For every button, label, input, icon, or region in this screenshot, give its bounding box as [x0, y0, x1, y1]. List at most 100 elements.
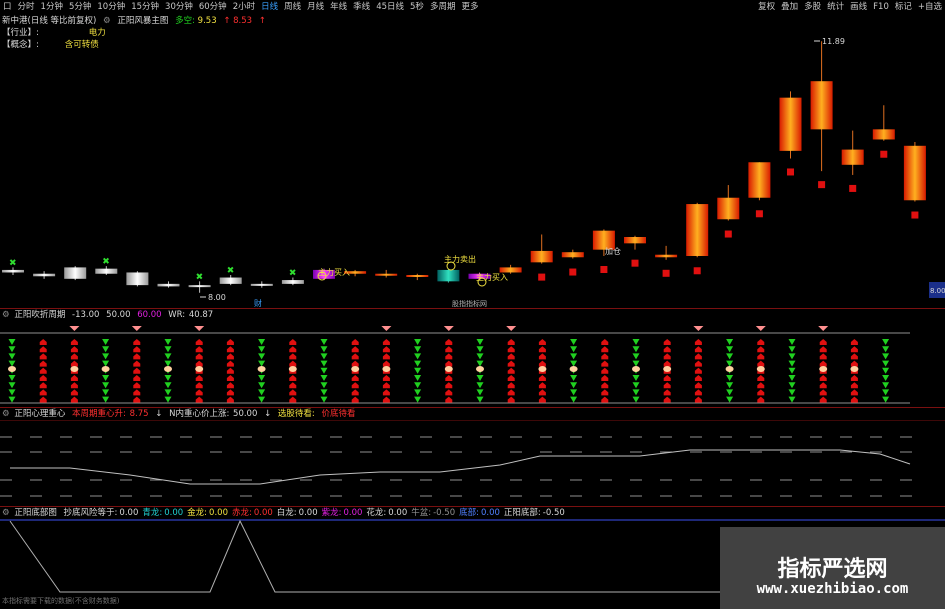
red-square-marker [787, 168, 794, 176]
period-tab-6[interactable]: 30分钟 [162, 0, 196, 14]
gear-icon[interactable]: ⚙ [2, 310, 10, 320]
red-arrow-icon [289, 396, 297, 403]
candle-body[interactable] [126, 272, 149, 286]
tool-button-7[interactable]: +自选 [915, 0, 945, 14]
period-tab-0[interactable]: 口 [0, 0, 15, 14]
green-arrow-icon [476, 346, 484, 353]
candle-body[interactable] [872, 129, 895, 140]
green-arrow-icon [8, 382, 16, 389]
dot-marker [382, 366, 391, 372]
red-arrow-icon [601, 339, 609, 345]
down-arrow-icon: ↓ [264, 409, 272, 419]
green-arrow-icon [258, 375, 266, 381]
period-tab-11[interactable]: 月线 [304, 0, 327, 14]
red-arrow-icon [663, 396, 671, 403]
site-watermark: 指标严选网 www.xuezhibiao.com [720, 527, 945, 609]
green-arrow-icon [882, 367, 890, 374]
period-tab-16[interactable]: 多周期 [427, 0, 459, 14]
candle-body[interactable] [64, 267, 87, 279]
green-arrow-icon [258, 389, 266, 396]
tool-button-1[interactable]: 叠加 [778, 0, 801, 14]
tool-button-4[interactable]: 画线 [847, 0, 870, 14]
candle-body[interactable] [624, 237, 646, 244]
period-tab-12[interactable]: 年线 [327, 0, 350, 14]
candle-body[interactable] [2, 269, 24, 273]
red-arrow-icon [507, 346, 515, 353]
right-price-tag: 8.00 [930, 287, 945, 295]
dot-marker [288, 366, 297, 372]
candle-body[interactable] [530, 250, 553, 263]
red-square-marker [880, 150, 888, 158]
candle-body[interactable] [717, 197, 740, 220]
green-arrow-icon [788, 353, 796, 360]
red-arrow-icon [663, 360, 671, 367]
panel2-name[interactable]: 正阳吹折周期 [14, 310, 65, 320]
period-tab-2[interactable]: 1分钟 [38, 0, 66, 14]
footer-note: 本指标需要下载的数据(不含财务数据) [2, 596, 120, 605]
period-tab-9[interactable]: 日线 [258, 0, 281, 14]
period-tab-3[interactable]: 5分钟 [66, 0, 94, 14]
period-tab-14[interactable]: 45日线 [373, 0, 407, 14]
panel4-name[interactable]: 正阳底部图 [14, 508, 57, 518]
red-arrow-icon [819, 382, 827, 389]
candle-body[interactable] [437, 269, 460, 282]
red-arrow-icon [382, 346, 390, 353]
period-tab-8[interactable]: 2小时 [230, 0, 258, 14]
tool-button-5[interactable]: F10 [870, 0, 892, 14]
candle-body[interactable] [841, 149, 864, 165]
green-arrow-icon [8, 360, 16, 367]
candle-body[interactable] [188, 285, 211, 288]
tool-button-6[interactable]: 标记 [892, 0, 915, 14]
gear-icon[interactable]: ⚙ [2, 409, 10, 419]
candle-body[interactable] [375, 273, 398, 276]
period-tab-4[interactable]: 10分钟 [94, 0, 128, 14]
candle-body[interactable] [655, 254, 678, 258]
red-arrow-icon [663, 353, 671, 360]
panel4-item-label: 底部: [459, 508, 479, 518]
dot-marker [8, 366, 16, 372]
red-arrow-icon [850, 389, 858, 396]
tool-button-2[interactable]: 多股 [801, 0, 824, 14]
candle-body[interactable] [219, 277, 242, 284]
candle-body[interactable] [903, 145, 926, 201]
tool-button-3[interactable]: 统计 [824, 0, 847, 14]
psychology-center-panel[interactable] [0, 420, 945, 506]
period-tab-17[interactable]: 更多 [458, 0, 481, 14]
candle-body[interactable] [250, 283, 273, 286]
candle-body[interactable] [406, 275, 429, 277]
red-arrow-icon [757, 375, 765, 381]
candle-body[interactable] [810, 81, 833, 130]
candlestick-chart[interactable]: ✖ ✖ ✖ ✖ ✖ 11.89 8.00 主力买入 主力卖出 主力买入 加仓 财 股指指… [0, 14, 945, 308]
period-tab-7[interactable]: 60分钟 [196, 0, 230, 14]
candle-body[interactable] [157, 283, 180, 287]
green-arrow-icon [882, 389, 890, 396]
period-tab-13[interactable]: 季线 [350, 0, 373, 14]
period-tab-5[interactable]: 15分钟 [128, 0, 162, 14]
candle-body[interactable] [561, 252, 584, 258]
candle-body[interactable] [281, 280, 304, 284]
gear-icon[interactable]: ⚙ [2, 508, 10, 518]
candle-body[interactable] [95, 268, 118, 274]
green-arrow-icon [102, 382, 110, 389]
candle-body[interactable] [779, 97, 802, 151]
top-marker-icon [443, 326, 454, 331]
red-arrow-icon [757, 382, 765, 389]
candle-body[interactable] [686, 204, 709, 256]
period-tab-1[interactable]: 分时 [15, 0, 38, 14]
cycle-oscillator-panel[interactable] [0, 321, 945, 407]
red-arrow-icon [226, 367, 234, 374]
red-arrow-icon [663, 375, 671, 381]
tool-button-0[interactable]: 复权 [755, 0, 778, 14]
candle-body[interactable] [33, 273, 56, 277]
panel3-name[interactable]: 正阳心理重心 [14, 409, 65, 419]
green-arrow-icon [164, 353, 172, 360]
red-arrow-icon [757, 396, 765, 403]
main-buy-label-1: 主力买入 [318, 267, 350, 277]
period-tab-10[interactable]: 周线 [281, 0, 304, 14]
period-tab-15[interactable]: 5秒 [407, 0, 427, 14]
red-arrow-icon [538, 353, 546, 360]
candle-body[interactable] [748, 162, 771, 198]
candle-body[interactable] [499, 267, 522, 273]
red-arrow-icon [195, 382, 203, 389]
green-x-icon: ✖ [196, 272, 204, 282]
